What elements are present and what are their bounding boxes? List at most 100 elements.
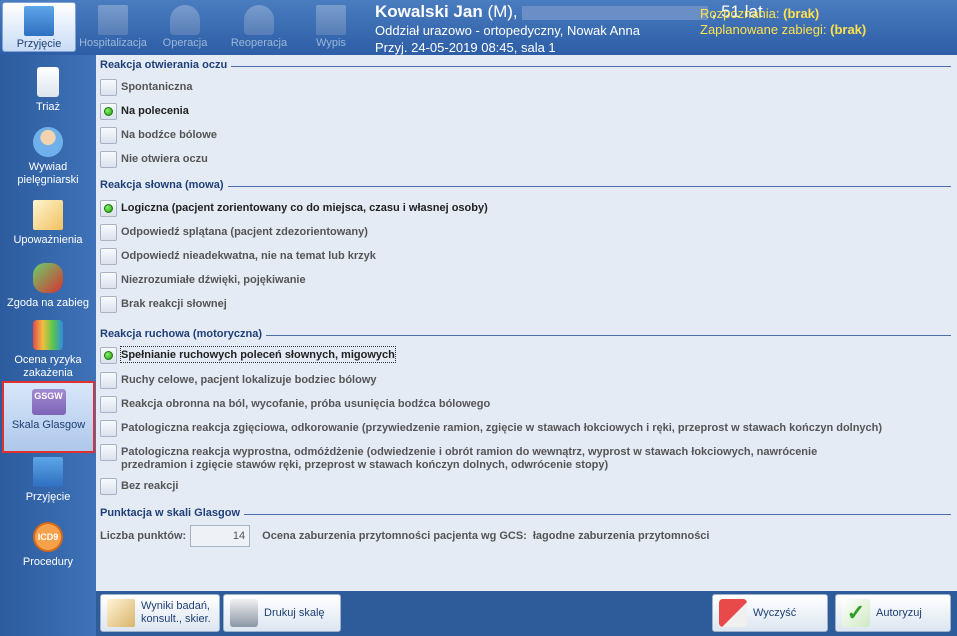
- sidebar-item-procedury[interactable]: ICD9 Procedury: [0, 522, 96, 569]
- option-label: Na bodźce bólowe: [121, 129, 217, 141]
- option-label: Na polecenia: [121, 105, 189, 117]
- sidebar-item-label: Upoważnienia: [13, 234, 83, 246]
- glasgow-chart-icon: GSGW: [31, 389, 66, 415]
- clear-button-label: Wyczyść: [753, 607, 797, 619]
- option-label: Bez reakcji: [121, 480, 179, 492]
- gcs-label: Ocena zaburzenia przytomności pacjenta w…: [262, 530, 527, 542]
- radio-box[interactable]: [100, 396, 117, 413]
- points-label: Liczba punktów:: [100, 530, 187, 542]
- radio-box[interactable]: [100, 347, 117, 364]
- radio-box[interactable]: [100, 200, 117, 217]
- verbal-option[interactable]: Odpowiedź nieadekwatna, nie na temat lub…: [100, 248, 376, 266]
- hospital-building-icon: [98, 5, 128, 35]
- diagnosis-line[interactable]: Rozpoznania: (brak): [700, 6, 819, 21]
- option-label: Odpowiedź nieadekwatna, nie na temat lub…: [121, 250, 376, 262]
- eye-option-selected[interactable]: Na polecenia: [100, 103, 189, 121]
- sidebar-item-label: Procedury: [22, 556, 74, 568]
- toolbar-wypis-button[interactable]: Wypis: [294, 2, 368, 52]
- option-label: Reakcja obronna na ból, wycofanie, próba…: [121, 398, 491, 410]
- surgeon-icon: [244, 5, 274, 35]
- clear-button[interactable]: Wyczyść: [712, 594, 828, 632]
- triage-card-icon: [37, 67, 59, 97]
- toolbar-item-label: Operacja: [162, 37, 208, 49]
- radio-box[interactable]: [100, 151, 117, 168]
- eye-option[interactable]: Spontaniczna: [100, 79, 193, 97]
- glasgow-icon-text: GSGW: [34, 391, 63, 401]
- option-label: Nie otwiera oczu: [121, 153, 208, 165]
- hospital-building-icon: [33, 457, 63, 487]
- selected-dot-icon: [104, 204, 113, 213]
- radio-box[interactable]: [100, 372, 117, 389]
- radio-box[interactable]: [100, 127, 117, 144]
- sidebar-item-skala-glasgow[interactable]: GSGW Skala Glasgow: [2, 381, 95, 453]
- motor-option[interactable]: Bez reakcji: [100, 478, 178, 496]
- toolbar-przyjecie-button[interactable]: Przyjęcie: [2, 2, 76, 52]
- radio-box[interactable]: [100, 296, 117, 313]
- eye-option[interactable]: Nie otwiera oczu: [100, 151, 208, 169]
- authorize-button[interactable]: ✓ Autoryzuj: [835, 594, 951, 632]
- sidebar-item-wywiad[interactable]: Wywiad pielęgniarski: [0, 127, 96, 187]
- section-title-motor: Reakcja ruchowa (motoryczna): [100, 328, 266, 340]
- gcs-value: łagodne zaburzenia przytomności: [532, 530, 710, 542]
- radio-box[interactable]: [100, 444, 117, 461]
- motor-option[interactable]: Patologiczna reakcja wyprostna, odmóżdże…: [100, 444, 820, 474]
- sidebar-item-przyjecie[interactable]: Przyjęcie: [0, 457, 96, 504]
- print-scale-button[interactable]: Drukuj skalę: [223, 594, 341, 632]
- printer-icon: [230, 599, 258, 627]
- toolbar-hospitalizacja-button[interactable]: Hospitalizacja: [76, 2, 150, 52]
- motor-option[interactable]: Reakcja obronna na ból, wycofanie, próba…: [100, 396, 490, 414]
- planned-label: Zaplanowane zabiegi:: [700, 22, 827, 37]
- verbal-option[interactable]: Brak reakcji słownej: [100, 296, 227, 314]
- infection-risk-icon: [33, 320, 63, 350]
- checkmark-icon: ✓: [842, 599, 870, 627]
- section-divider: [100, 186, 951, 187]
- redacted-field: [521, 5, 708, 20]
- results-button-label: Wyniki badań, konsult., skier.: [141, 600, 211, 625]
- option-label: Odpowiedź splątana (pacjent zdezorientow…: [121, 226, 368, 238]
- radio-box[interactable]: [100, 103, 117, 120]
- radio-box[interactable]: [100, 79, 117, 96]
- radio-box[interactable]: [100, 224, 117, 241]
- verbal-option-selected[interactable]: Logiczna (pacjent zorientowany co do mie…: [100, 200, 488, 218]
- patient-admission: Przyj. 24-05-2019 08:45, sala 1: [375, 40, 556, 55]
- section-title-eye: Reakcja otwierania oczu: [100, 59, 232, 71]
- bottom-bar: Wyniki badań, konsult., skier. Drukuj sk…: [96, 591, 957, 636]
- motor-option[interactable]: Ruchy celowe, pacjent lokalizuje bodziec…: [100, 372, 377, 390]
- document-icon: [33, 200, 63, 230]
- patient-sex: (M),: [487, 2, 518, 21]
- planned-procedures-line[interactable]: Zaplanowane zabiegi: (brak): [700, 22, 866, 37]
- sidebar-item-label: Skala Glasgow: [11, 419, 86, 431]
- toolbar-operacja-button[interactable]: Operacja: [148, 2, 222, 52]
- selected-dot-icon: [104, 107, 113, 116]
- patient-name: Kowalski Jan: [375, 2, 483, 21]
- results-button[interactable]: Wyniki badań, konsult., skier.: [100, 594, 220, 632]
- glasgow-form: Reakcja otwierania oczu Spontaniczna Na …: [96, 55, 957, 591]
- motor-option[interactable]: Patologiczna reakcja zgięciowa, odkorowa…: [100, 420, 882, 438]
- sidebar-item-zgoda[interactable]: Zgoda na zabieg: [0, 263, 96, 310]
- sidebar-item-label: Zgoda na zabieg: [7, 297, 89, 309]
- radio-box[interactable]: [100, 478, 117, 495]
- radio-box[interactable]: [100, 272, 117, 289]
- motor-option-selected[interactable]: Spełnianie ruchowych poleceń słownych, m…: [100, 346, 396, 365]
- toolbar-item-label: Wypis: [316, 37, 346, 49]
- sidebar-item-label: Ocena ryzyka zakażenia: [14, 354, 82, 379]
- sidebar-item-label: Przyjęcie: [25, 491, 71, 503]
- sidebar-item-triaz[interactable]: Triaż: [0, 67, 96, 114]
- radio-box[interactable]: [100, 420, 117, 437]
- option-label: Patologiczna reakcja zgięciowa, odkorowa…: [121, 422, 883, 434]
- option-label: Niezrozumiałe dźwięki, pojękiwanie: [121, 274, 306, 286]
- sidebar-item-upowaznienia[interactable]: Upoważnienia: [0, 200, 96, 247]
- option-label: Spełnianie ruchowych poleceń słownych, m…: [120, 346, 396, 363]
- planned-value: (brak): [830, 22, 867, 37]
- verbal-option[interactable]: Niezrozumiałe dźwięki, pojękiwanie: [100, 272, 306, 290]
- eye-option[interactable]: Na bodźce bólowe: [100, 127, 217, 145]
- print-button-label: Drukuj skalę: [264, 607, 325, 619]
- patient-department: Oddział urazowo - ortopedyczny, Nowak An…: [375, 23, 640, 38]
- sidebar-item-ocena-ryzyka[interactable]: Ocena ryzyka zakażenia: [0, 320, 96, 380]
- toolbar-reoperacja-button[interactable]: Reoperacja: [222, 2, 296, 52]
- sidebar-item-label: Triaż: [35, 101, 61, 113]
- radio-box[interactable]: [100, 248, 117, 265]
- verbal-option[interactable]: Odpowiedź splątana (pacjent zdezorientow…: [100, 224, 368, 242]
- hospital-building-icon: [316, 5, 346, 35]
- eraser-icon: [719, 599, 747, 627]
